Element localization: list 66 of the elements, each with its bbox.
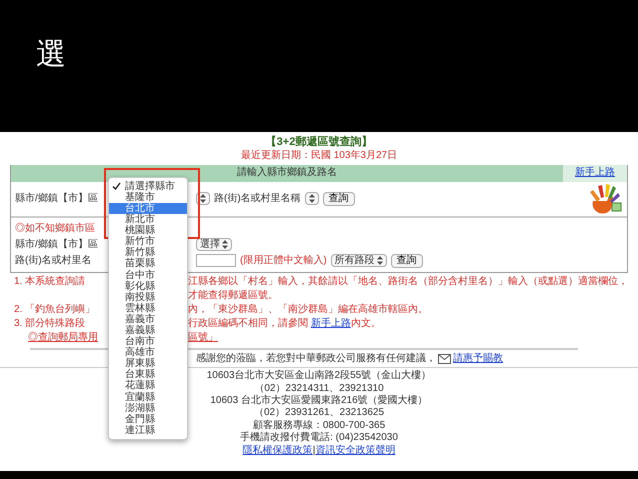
search-button[interactable]: 查詢: [390, 254, 423, 268]
dropdown-option[interactable]: 南投縣: [109, 292, 187, 303]
updown-icon: [308, 194, 315, 204]
road-input[interactable]: [196, 254, 236, 268]
field-label: 縣市/鄉鎮【市】區: [15, 192, 98, 204]
dropdown-option[interactable]: 嘉義縣: [109, 324, 187, 336]
address-line: 顧客服務專線：0800-700-365: [252, 420, 386, 431]
dropdown-option[interactable]: 台南市: [109, 336, 187, 348]
address-line: （02）23931261、23213625: [254, 407, 384, 418]
address-line: 10603 台北市大安區愛國東路216號（愛國大樓）: [210, 395, 428, 406]
updown-icon: [376, 256, 383, 266]
footer-link[interactable]: 隱私權保護政策: [242, 444, 313, 456]
dropdown-option[interactable]: 基隆市: [109, 192, 187, 203]
separator: |: [312, 444, 316, 456]
dropdown-option[interactable]: 新竹縣: [109, 247, 187, 258]
field-label: 路(街)名或村里名: [15, 254, 92, 266]
help-link[interactable]: 新手上路: [563, 165, 627, 182]
mail-icon: [438, 354, 451, 364]
note-text: 江縣各鄉以「村名」輸入，其餘請以「地名、路街名（部分含村里名）」輸入（或點選）適當欄位，才能查得郵遞區號。: [188, 276, 628, 301]
dropdown-option[interactable]: 桃園縣: [109, 225, 187, 236]
note-text: 內，「東沙群島」、「南沙群島」編在高雄市轄區內。: [188, 304, 428, 315]
dropdown-option[interactable]: 新竹市: [109, 236, 187, 248]
post-office-link[interactable]: ◎查詢郵局專用: [28, 332, 98, 343]
slide-title: 選: [36, 40, 66, 70]
hand-logo-icon: [587, 182, 623, 215]
thanks-text: 感謝您的蒞臨，若您對中華郵政公司服務有任何建議，: [196, 352, 436, 366]
help-link[interactable]: 新手上路: [310, 318, 351, 329]
dropdown-option[interactable]: 嘉義市: [109, 314, 187, 325]
dropdown-option[interactable]: 彰化縣: [109, 280, 187, 292]
hint-text: ◎如不知鄉鎮市區: [15, 222, 95, 234]
note-text: 2. 「釣魚台列嶼」: [14, 304, 96, 315]
dropdown-option[interactable]: 台北市: [109, 202, 187, 214]
dropdown-option[interactable]: 台東縣: [109, 369, 187, 380]
input-hint: (限用正體中文輸入): [240, 254, 327, 267]
select-field[interactable]: 所有路段: [330, 254, 387, 268]
updown-icon: [222, 240, 228, 250]
feedback-link[interactable]: 請惠予賜教: [453, 352, 503, 366]
search-button[interactable]: 查詢: [322, 192, 355, 206]
address-line: （02）23214311、23921310: [254, 382, 384, 394]
dropdown-option[interactable]: 連江縣: [109, 424, 187, 436]
page-title: 【3+2郵遞區號查詢】: [266, 136, 372, 148]
note-text: 1. 本系統查詢請: [14, 276, 86, 287]
dropdown-option[interactable]: 宜蘭縣: [109, 392, 187, 403]
dropdown-option[interactable]: 澎湖縣: [109, 402, 187, 414]
dropdown-option[interactable]: 雲林縣: [109, 302, 187, 314]
dropdown-option[interactable]: 新北市: [109, 214, 187, 226]
dropdown-option[interactable]: 屏東縣: [109, 358, 187, 370]
note-text: 3. 部分特殊路段: [14, 318, 86, 329]
dropdown-option[interactable]: 高雄市: [109, 347, 187, 358]
update-date: 最近更新日期：民國 103年3月27日: [240, 150, 398, 161]
address-line: 手機請改撥付費電話: (04)23542030: [240, 432, 398, 444]
updown-icon: [200, 194, 206, 204]
dropdown-option[interactable]: 苗栗縣: [109, 258, 187, 270]
dropdown-option[interactable]: 金門縣: [109, 414, 187, 425]
panel-title: 請輸入縣市鄉鎮及路名: [237, 167, 337, 178]
dropdown-option[interactable]: 台中市: [109, 270, 187, 281]
note-text: 行政區編碼不相同，請參閱 新手上路內文。: [188, 318, 381, 329]
post-office-link[interactable]: 區號」: [188, 332, 218, 343]
dropdown-option[interactable]: 請選擇縣市: [109, 180, 187, 192]
select-field[interactable]: 選擇: [196, 238, 232, 252]
address-line: 10603台北市大安區金山南路2段55號（金山大樓）: [206, 370, 432, 382]
field-label: 縣市/鄉鎮【市】區: [15, 238, 98, 250]
field-label: 路(街)名或村里名稱: [214, 192, 301, 205]
footer-link[interactable]: 資訊安全政策聲明: [315, 444, 396, 456]
select-field[interactable]: [304, 192, 319, 206]
dropdown-option[interactable]: 花蓮縣: [109, 380, 187, 392]
